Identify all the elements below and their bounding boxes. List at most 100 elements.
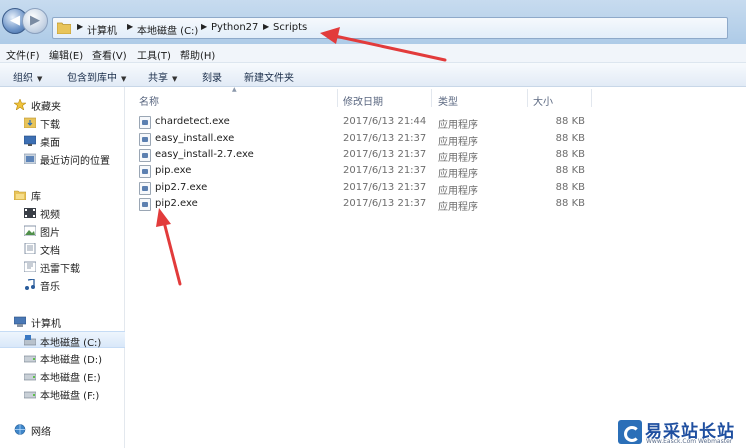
file-modified: 2017/6/13 21:37 xyxy=(343,198,427,209)
libraries-icon xyxy=(14,190,26,200)
nav-item-label: 桌面 xyxy=(40,138,60,149)
downloads-folder-icon xyxy=(24,117,36,128)
drive-icon xyxy=(24,355,36,363)
column-header-modified[interactable]: 修改日期 xyxy=(343,93,383,108)
file-type: 应用程序 xyxy=(438,120,478,131)
file-modified: 2017/6/13 21:37 xyxy=(343,182,427,193)
thunder-download-folder-icon xyxy=(24,261,36,272)
forward-button[interactable]: ▶ xyxy=(22,8,48,34)
documents-icon xyxy=(24,243,36,254)
breadcrumb-scripts[interactable]: Scripts xyxy=(273,22,307,33)
nav-item-downloads[interactable]: 下载 xyxy=(0,114,125,131)
site-watermark: 易采站长站 Www.Easck.Com Webmaster xyxy=(612,415,746,448)
watermark-logo-icon xyxy=(618,420,642,444)
nav-libraries[interactable]: 库 xyxy=(0,186,125,203)
exe-file-icon xyxy=(139,198,151,211)
file-size: 88 KB xyxy=(555,198,585,209)
nav-item-drive-c[interactable]: 本地磁盘 (C:) xyxy=(0,331,125,349)
nav-item-videos[interactable]: 视频 xyxy=(0,204,125,221)
column-header-size[interactable]: 大小 xyxy=(533,93,553,108)
file-type: 应用程序 xyxy=(438,202,478,213)
caret-down-icon: ▼ xyxy=(121,75,127,83)
include-in-library-label: 包含到库中 xyxy=(67,73,117,84)
file-name: pip.exe xyxy=(155,165,192,176)
pictures-icon xyxy=(24,225,36,236)
caret-down-icon: ▼ xyxy=(172,75,178,83)
column-header-type[interactable]: 类型 xyxy=(438,93,458,108)
chevron-right-icon[interactable]: ▶ xyxy=(127,22,133,31)
nav-favorites[interactable]: 收藏夹 xyxy=(0,96,125,113)
file-name: pip2.7.exe xyxy=(155,182,208,193)
column-divider[interactable] xyxy=(591,89,592,107)
file-row[interactable]: easy_install.exe 2017/6/13 21:37 应用程序 88… xyxy=(135,131,595,148)
video-icon xyxy=(24,208,36,218)
exe-file-icon xyxy=(139,116,151,129)
file-size: 88 KB xyxy=(555,133,585,144)
file-size: 88 KB xyxy=(555,165,585,176)
nav-network[interactable]: 网络 xyxy=(0,421,125,438)
watermark-subtitle: Www.Easck.Com Webmaster xyxy=(646,438,733,445)
nav-item-thunder-downloads[interactable]: 迅雷下载 xyxy=(0,258,125,275)
nav-item-label: 最近访问的位置 xyxy=(40,156,110,167)
organize-button[interactable]: 组织 ▼ xyxy=(13,69,42,84)
recent-places-icon xyxy=(24,153,36,164)
file-size: 88 KB xyxy=(555,116,585,127)
menu-help[interactable]: 帮助(H) xyxy=(180,47,215,62)
nav-item-drive-f[interactable]: 本地磁盘 (F:) xyxy=(0,385,125,402)
nav-item-recent-places[interactable]: 最近访问的位置 xyxy=(0,150,125,167)
file-size: 88 KB xyxy=(555,149,585,160)
nav-item-desktop[interactable]: 桌面 xyxy=(0,132,125,149)
nav-favorites-label: 收藏夹 xyxy=(31,102,61,113)
file-modified: 2017/6/13 21:37 xyxy=(343,149,427,160)
exe-file-icon xyxy=(139,149,151,162)
nav-item-label: 迅雷下载 xyxy=(40,264,80,275)
column-divider[interactable] xyxy=(527,89,528,107)
menu-view[interactable]: 查看(V) xyxy=(92,47,127,62)
include-in-library-button[interactable]: 包含到库中 ▼ xyxy=(67,69,126,84)
menu-file[interactable]: 文件(F) xyxy=(6,47,40,62)
file-type: 应用程序 xyxy=(438,169,478,180)
address-bar[interactable]: ▶ 计算机 ▶ 本地磁盘 (C:) ▶ Python27 ▶ Scripts xyxy=(52,17,728,39)
nav-network-label: 网络 xyxy=(31,427,51,438)
file-name: chardetect.exe xyxy=(155,116,230,127)
chevron-right-icon[interactable]: ▶ xyxy=(201,22,207,31)
nav-libraries-label: 库 xyxy=(31,192,41,203)
nav-item-drive-d[interactable]: 本地磁盘 (D:) xyxy=(0,349,125,366)
new-folder-button[interactable]: 新建文件夹 xyxy=(244,69,294,84)
file-row[interactable]: chardetect.exe 2017/6/13 21:44 应用程序 88 K… xyxy=(135,114,595,131)
menu-edit[interactable]: 编辑(E) xyxy=(49,47,83,62)
navigation-pane: 收藏夹 下载 桌面 最近访问的位置 库 视频 图片 文档 迅雷下载 音乐 计算机 xyxy=(0,87,125,448)
arrow-to-pip2-file xyxy=(156,208,182,286)
breadcrumb-drive-c[interactable]: 本地磁盘 (C:) xyxy=(137,22,198,37)
file-type: 应用程序 xyxy=(438,153,478,164)
burn-button[interactable]: 刻录 xyxy=(202,69,222,84)
nav-item-music[interactable]: 音乐 xyxy=(0,276,125,293)
column-divider[interactable] xyxy=(337,89,338,107)
column-header-name[interactable]: 名称 xyxy=(139,93,159,108)
column-divider[interactable] xyxy=(431,89,432,107)
file-name: pip2.exe xyxy=(155,198,198,209)
file-row[interactable]: pip.exe 2017/6/13 21:37 应用程序 88 KB xyxy=(135,163,595,180)
nav-item-documents[interactable]: 文档 xyxy=(0,240,125,257)
menu-tools[interactable]: 工具(T) xyxy=(137,47,171,62)
nav-item-pictures[interactable]: 图片 xyxy=(0,222,125,239)
chevron-right-icon[interactable]: ▶ xyxy=(77,22,83,31)
nav-item-label: 下载 xyxy=(40,120,60,131)
file-row[interactable]: easy_install-2.7.exe 2017/6/13 21:37 应用程… xyxy=(135,147,595,164)
nav-computer[interactable]: 计算机 xyxy=(0,313,125,330)
nav-item-label: 视频 xyxy=(40,210,60,221)
nav-item-label: 本地磁盘 (C:) xyxy=(40,338,102,349)
network-icon xyxy=(14,424,26,435)
exe-file-icon xyxy=(139,165,151,178)
exe-file-icon xyxy=(139,133,151,146)
nav-item-drive-e[interactable]: 本地磁盘 (E:) xyxy=(0,367,125,384)
share-button[interactable]: 共享 ▼ xyxy=(148,69,177,84)
chevron-right-icon[interactable]: ▶ xyxy=(263,22,269,31)
sort-arrow-icon: ▲ xyxy=(232,86,237,93)
file-row[interactable]: pip2.7.exe 2017/6/13 21:37 应用程序 88 KB xyxy=(135,180,595,197)
breadcrumb-computer[interactable]: 计算机 xyxy=(87,22,117,37)
file-modified: 2017/6/13 21:37 xyxy=(343,133,427,144)
file-row[interactable]: pip2.exe 2017/6/13 21:37 应用程序 88 KB xyxy=(135,196,595,213)
file-name: easy_install-2.7.exe xyxy=(155,149,254,160)
breadcrumb-python27[interactable]: Python27 xyxy=(211,22,258,33)
